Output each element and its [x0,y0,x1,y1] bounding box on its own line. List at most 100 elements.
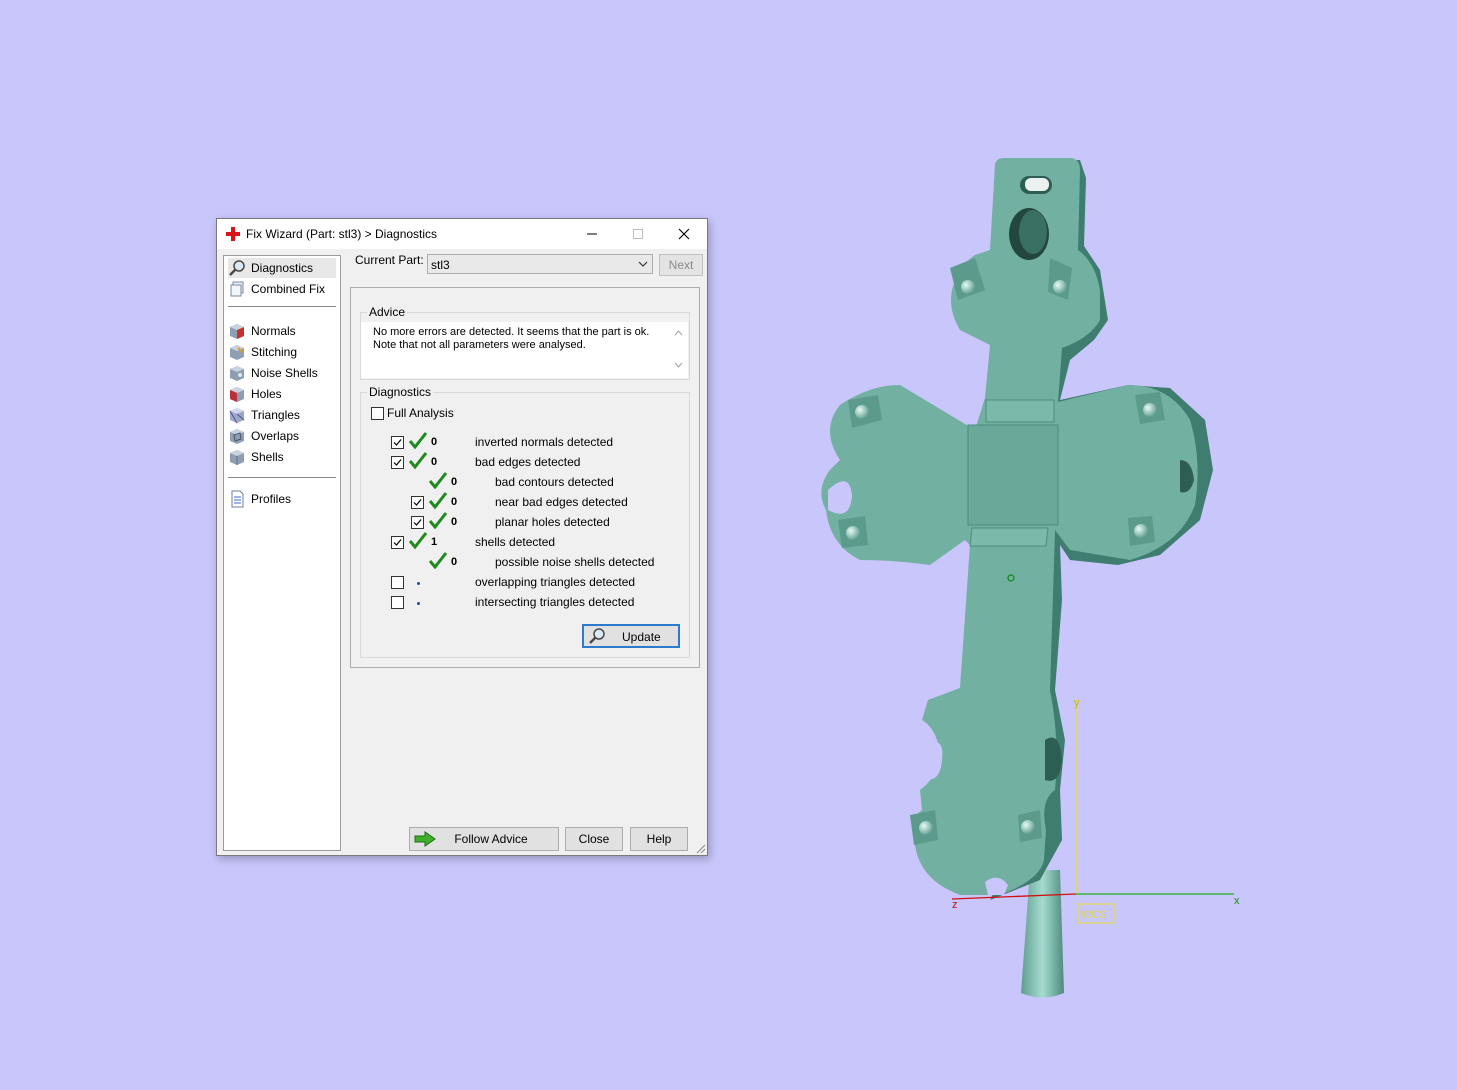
ok-check-icon [429,472,447,490]
nav-label: Stitching [251,345,298,359]
bad-edges-label: bad edges detected [475,455,581,469]
resize-grip-icon[interactable] [696,844,706,854]
noise-shells-label: possible noise shells detected [495,555,655,569]
close-window-button[interactable] [661,219,707,249]
chevron-down-icon [638,261,648,267]
follow-advice-button[interactable]: Follow Advice [409,827,559,851]
nav-item-combined-fix[interactable]: Combined Fix [228,279,336,299]
noise-shells-cube-icon [230,366,244,381]
shells-count: 1 [431,536,438,548]
not-analysed-dot [417,602,420,605]
wcs-label: WCS [1081,909,1107,921]
bad-contours-label: bad contours detected [495,475,614,489]
nav-label: Overlaps [251,429,300,443]
nav-label: Normals [251,324,296,338]
nav-label: Noise Shells [251,366,318,380]
advice-text-line1: No more errors are detected. It seems th… [373,326,650,338]
full-analysis-label: Full Analysis [387,406,454,420]
checkmark-icon [413,519,422,526]
nav-item-stitching[interactable]: Stitching [228,342,336,362]
planar-holes-label: planar holes detected [495,515,610,529]
nav-item-diagnostics[interactable]: Diagnostics [228,258,336,278]
advice-text-line2: Note that not all parameters were analys… [373,339,586,351]
planar-holes-checkbox[interactable] [411,516,424,529]
window-title: Fix Wizard (Part: stl3) > Diagnostics [246,227,438,241]
magnifier-icon [229,260,245,276]
update-button[interactable]: Update [582,624,680,648]
near-bad-edges-count: 0 [451,496,458,508]
close-button[interactable]: Close [565,827,623,851]
ok-check-icon [409,452,427,470]
scroll-up-icon[interactable] [674,330,683,336]
bad-contours-count: 0 [451,476,458,488]
axis-x-label: x [1234,895,1240,907]
bad-edges-checkbox[interactable] [391,456,404,469]
current-part-select[interactable]: stl3 [427,254,653,274]
nav-item-normals[interactable]: Normals [228,321,336,341]
ok-check-icon [409,432,427,450]
nav-label: Holes [251,387,282,401]
planar-holes-count: 0 [451,516,458,528]
nav-item-noise-shells[interactable]: Noise Shells [228,363,336,383]
inverted-normals-checkbox[interactable] [391,436,404,449]
inverted-normals-label: inverted normals detected [475,435,614,449]
nav-item-overlaps[interactable]: Overlaps [228,426,336,446]
red-cross-app-icon [226,227,240,241]
profiles-document-icon [231,490,244,508]
near-bad-edges-checkbox[interactable] [411,496,424,509]
ok-check-icon [429,512,447,530]
checkmark-icon [393,539,402,546]
full-analysis-checkbox[interactable] [371,407,384,420]
axis-z-label: z [952,899,958,911]
ok-check-icon [429,552,447,570]
bad-edges-count: 0 [431,456,438,468]
nav-label: Diagnostics [251,261,314,275]
noise-shells-count: 0 [451,556,458,568]
shells-cube-icon [230,450,244,465]
close-icon [678,228,690,240]
magnifier-icon [589,628,605,644]
not-analysed-dot [417,582,420,585]
minimize-button[interactable] [569,219,615,249]
shells-checkbox[interactable] [391,536,404,549]
follow-advice-label: Follow Advice [454,832,528,846]
nav-label: Triangles [251,408,300,422]
overlaps-cube-icon [230,429,244,444]
fix-wizard-dialog: Fix Wizard (Part: stl3) > Diagnostics Di… [216,218,708,856]
shells-label: shells detected [475,535,556,549]
checkmark-icon [393,459,402,466]
checkmark-icon [393,439,402,446]
next-button[interactable]: Next [659,254,703,276]
overlapping-triangles-checkbox[interactable] [391,576,404,589]
normals-cube-icon [230,324,244,339]
nav-item-holes[interactable]: Holes [228,384,336,404]
current-part-value: stl3 [431,258,450,272]
help-button[interactable]: Help [630,827,688,851]
intersecting-triangles-checkbox[interactable] [391,596,404,609]
ok-check-icon [429,492,447,510]
minimize-icon [587,233,597,235]
advice-textbox: No more errors are detected. It seems th… [361,322,688,378]
nav-item-profiles[interactable]: Profiles [228,489,336,509]
wizard-navigation-list: Diagnostics Combined Fix Normals Stitchi… [223,255,341,851]
nav-label: Combined Fix [251,282,326,296]
combined-fix-icon [230,281,244,297]
maximize-icon [633,229,643,239]
maximize-button[interactable] [615,219,661,249]
nav-label: Shells [251,450,284,464]
nav-item-triangles[interactable]: Triangles [228,405,336,425]
triangles-cube-icon [229,408,245,424]
title-bar[interactable]: Fix Wizard (Part: stl3) > Diagnostics [217,219,707,249]
holes-cube-icon [230,387,244,402]
ok-check-icon [409,532,427,550]
green-arrow-icon [414,831,436,847]
stitching-cube-icon [230,345,244,360]
checkmark-icon [413,499,422,506]
nav-item-shells[interactable]: Shells [228,447,336,467]
update-label: Update [622,630,661,644]
near-bad-edges-label: near bad edges detected [495,495,628,509]
inverted-normals-count: 0 [431,436,438,448]
diagnostics-title: Diagnostics [367,385,434,399]
scroll-down-icon[interactable] [674,362,683,368]
cross-part-model [821,158,1213,998]
